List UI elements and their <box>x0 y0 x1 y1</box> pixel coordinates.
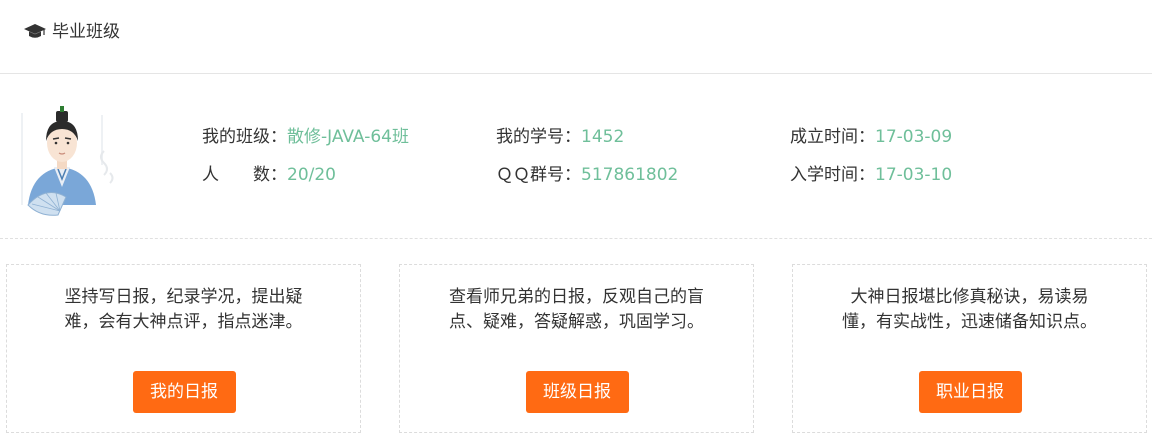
career-daily-report-button[interactable]: 职业日报 <box>918 371 1022 413</box>
qq-group-value: 517861802 <box>581 165 679 185</box>
my-class-value: 散修-JAVA-64班 <box>287 127 409 147</box>
career-daily-report-card: 大神日报堪比修真秘诀，易读易 懂，有实战性，迅速储备知识点。 职业日报 <box>792 264 1147 433</box>
my-daily-report-card: 坚持写日报，纪录学况，提出疑 难，会有大神点评，指点迷津。 我的日报 <box>6 264 361 433</box>
class-info-panel: 我的班级：散修-JAVA-64班 人 数：20/20 我的学号：1452 ＱＱ群… <box>0 75 1152 239</box>
class-daily-report-card: 查看师兄弟的日报，反观自己的盲 点、疑难，答疑解惑，巩固学习。 班级日报 <box>399 264 754 433</box>
page-header: 毕业班级 <box>0 0 1152 74</box>
page-title: 毕业班级 <box>52 22 120 42</box>
class-size-field: 人 数：20/20 <box>202 165 336 185</box>
class-daily-report-button[interactable]: 班级日报 <box>525 371 629 413</box>
card-description: 坚持写日报，纪录学况，提出疑 难，会有大神点评，指点迷津。 <box>64 287 303 332</box>
my-class-field: 我的班级：散修-JAVA-64班 <box>202 127 409 147</box>
my-daily-report-button[interactable]: 我的日报 <box>132 371 236 413</box>
class-size-value: 20/20 <box>287 165 336 185</box>
founded-date-field: 成立时间：17-03-09 <box>790 127 953 147</box>
graduation-cap-icon <box>24 24 46 38</box>
scholar-avatar <box>21 106 114 216</box>
student-number-value: 1452 <box>581 127 625 147</box>
qq-group-field: ＱＱ群号：517861802 <box>496 165 679 185</box>
card-description: 大神日报堪比修真秘诀，易读易 懂，有实战性，迅速储备知识点。 <box>842 287 1097 332</box>
student-number-field: 我的学号：1452 <box>496 127 625 147</box>
card-description: 查看师兄弟的日报，反观自己的盲 点、疑难，答疑解惑，巩固学习。 <box>449 287 704 332</box>
enrollment-date-value: 17-03-10 <box>875 165 953 185</box>
founded-date-value: 17-03-09 <box>875 127 953 147</box>
enrollment-date-field: 入学时间：17-03-10 <box>790 165 953 185</box>
